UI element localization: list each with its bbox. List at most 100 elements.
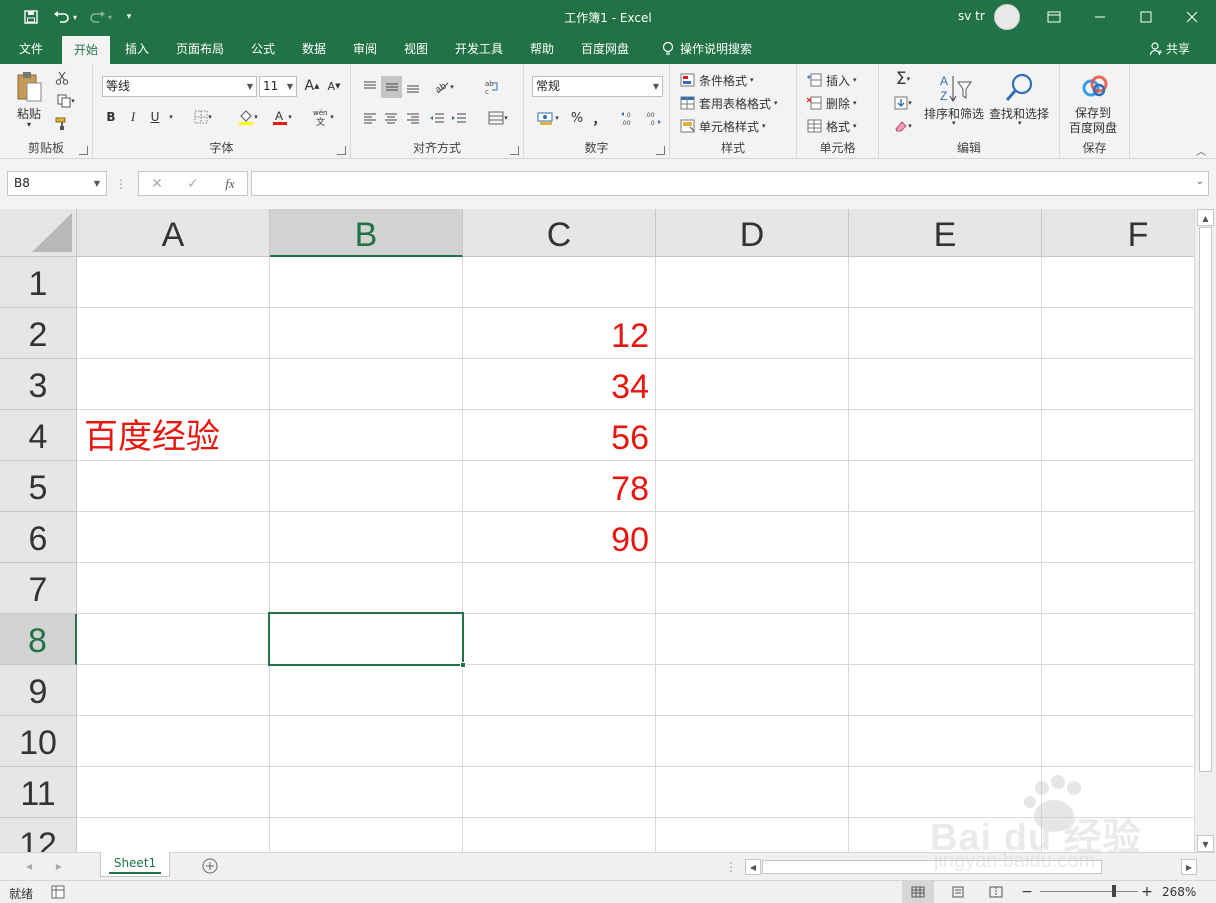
number-launcher-icon[interactable]: [656, 146, 665, 155]
wrap-text-icon[interactable]: ab c: [481, 76, 503, 98]
align-right-icon[interactable]: [403, 107, 423, 129]
scroll-down-icon[interactable]: ▼: [1197, 835, 1214, 852]
horizontal-scroll-thumb[interactable]: [762, 860, 1102, 874]
next-sheet-icon[interactable]: ▶: [52, 858, 66, 874]
maximize-icon[interactable]: [1123, 0, 1169, 34]
user-name[interactable]: sv tr: [958, 9, 985, 23]
underline-button[interactable]: U: [147, 108, 163, 126]
row-header-12[interactable]: 12: [0, 818, 77, 852]
cut-icon[interactable]: [54, 70, 70, 86]
row-header-8[interactable]: 8: [0, 614, 77, 665]
tab-developer[interactable]: 开发工具: [446, 34, 512, 64]
font-size-combo[interactable]: 11 ▼: [259, 76, 297, 97]
align-top-icon[interactable]: [360, 76, 380, 98]
phonetic-guide-icon[interactable]: wén 文 ▾: [307, 106, 339, 128]
fill-handle[interactable]: [460, 662, 466, 668]
column-header-f[interactable]: F: [1042, 209, 1194, 257]
scroll-left-icon[interactable]: ◀: [745, 859, 761, 875]
zoom-slider-thumb[interactable]: [1112, 885, 1116, 897]
normal-view-icon[interactable]: [902, 881, 934, 903]
accounting-format-icon[interactable]: ▾: [532, 107, 564, 129]
decrease-font-icon[interactable]: A ▼: [325, 77, 343, 95]
increase-indent-icon[interactable]: [449, 107, 469, 129]
row-header-6[interactable]: 6: [0, 512, 77, 563]
tab-home[interactable]: 开始: [62, 36, 110, 64]
ribbon-display-icon[interactable]: [1031, 0, 1077, 34]
italic-button[interactable]: I: [125, 108, 141, 126]
zoom-out-icon[interactable]: −: [1020, 883, 1034, 901]
vertical-scrollbar[interactable]: ▲ ▼: [1194, 209, 1216, 852]
row-header-3[interactable]: 3: [0, 359, 77, 410]
decrease-indent-icon[interactable]: [427, 107, 447, 129]
cell-c5[interactable]: 78: [463, 464, 649, 515]
orientation-icon[interactable]: ab ▾: [429, 76, 459, 98]
sort-filter-dropdown-icon[interactable]: ▾: [952, 119, 956, 127]
format-painter-icon[interactable]: [54, 116, 70, 132]
font-launcher-icon[interactable]: [337, 146, 346, 155]
column-header-a[interactable]: A: [77, 209, 270, 257]
baidu-netdisk-icon[interactable]: [1078, 72, 1112, 100]
merge-center-icon[interactable]: ▾: [481, 107, 515, 129]
macro-record-icon[interactable]: [50, 884, 66, 900]
expand-formula-icon[interactable]: ⌄: [1196, 176, 1204, 187]
tab-review[interactable]: 审阅: [344, 34, 386, 64]
delete-cells-button[interactable]: 删除 ▾: [807, 93, 873, 113]
cell-c4[interactable]: 56: [463, 413, 649, 464]
row-header-10[interactable]: 10: [0, 716, 77, 767]
find-select-dropdown-icon[interactable]: ▾: [1018, 119, 1022, 127]
select-all-button[interactable]: [0, 209, 77, 257]
clipboard-launcher-icon[interactable]: [79, 146, 88, 155]
row-header-1[interactable]: 1: [0, 257, 77, 308]
cell-c2[interactable]: 12: [463, 311, 649, 362]
column-header-b[interactable]: B: [270, 209, 463, 257]
paste-dropdown-icon[interactable]: ▾: [27, 120, 31, 129]
tab-split-grip-icon[interactable]: ⋮: [725, 859, 737, 875]
decrease-decimal-icon[interactable]: .00.0: [642, 107, 664, 129]
bold-button[interactable]: B: [103, 108, 119, 126]
cell-styles-button[interactable]: 单元格样式 ▾: [680, 116, 795, 136]
avatar[interactable]: [994, 4, 1020, 30]
cell-c3[interactable]: 34: [463, 362, 649, 413]
save-to-line2[interactable]: 百度网盘: [1069, 119, 1117, 136]
conditional-formatting-button[interactable]: 条件格式 ▾: [680, 70, 795, 90]
enter-icon[interactable]: ✓: [183, 175, 203, 193]
sheet-tab-sheet1[interactable]: Sheet1: [100, 852, 170, 877]
format-as-table-button[interactable]: 套用表格格式 ▾: [680, 93, 795, 113]
sort-filter-icon[interactable]: AZ: [925, 70, 985, 106]
align-left-icon[interactable]: [360, 107, 380, 129]
zoom-level[interactable]: 268%: [1162, 885, 1196, 899]
find-select-icon[interactable]: [999, 70, 1039, 106]
tab-view[interactable]: 视图: [395, 34, 437, 64]
scroll-up-icon[interactable]: ▲: [1197, 209, 1214, 226]
tab-formulas[interactable]: 公式: [242, 34, 284, 64]
insert-function-icon[interactable]: fx: [219, 175, 241, 193]
minimize-icon[interactable]: [1077, 0, 1123, 34]
align-bottom-icon[interactable]: [403, 76, 423, 98]
active-cell-b8[interactable]: [268, 612, 466, 668]
tab-help[interactable]: 帮助: [521, 34, 563, 64]
alignment-launcher-icon[interactable]: [510, 146, 519, 155]
autosum-icon[interactable]: Σ ▾: [887, 69, 919, 89]
fill-color-icon[interactable]: ▾: [233, 106, 263, 128]
clear-icon[interactable]: ▾: [887, 116, 919, 136]
collapse-ribbon-icon[interactable]: ︿: [1193, 144, 1209, 158]
comma-style-button[interactable]: ，: [590, 107, 608, 129]
formula-input[interactable]: ⌄: [251, 171, 1209, 196]
underline-dropdown-icon[interactable]: ▾: [165, 108, 177, 126]
font-name-combo[interactable]: 等线 ▼: [102, 76, 257, 97]
align-middle-icon[interactable]: [381, 76, 402, 98]
name-box[interactable]: B8 ▼: [7, 171, 107, 196]
tab-data[interactable]: 数据: [293, 34, 335, 64]
row-header-4[interactable]: 4: [0, 410, 77, 461]
zoom-slider[interactable]: [1040, 891, 1138, 892]
scroll-right-icon[interactable]: ▶: [1181, 859, 1197, 875]
prev-sheet-icon[interactable]: ◀: [22, 858, 36, 874]
cancel-icon[interactable]: ✕: [147, 175, 167, 193]
column-header-c[interactable]: C: [463, 209, 656, 257]
cell-a4[interactable]: 百度经验: [84, 412, 220, 463]
row-header-9[interactable]: 9: [0, 665, 77, 716]
row-header-7[interactable]: 7: [0, 563, 77, 614]
page-layout-view-icon[interactable]: [942, 881, 974, 903]
paste-icon[interactable]: [12, 70, 46, 104]
vertical-scroll-thumb[interactable]: [1199, 227, 1212, 772]
